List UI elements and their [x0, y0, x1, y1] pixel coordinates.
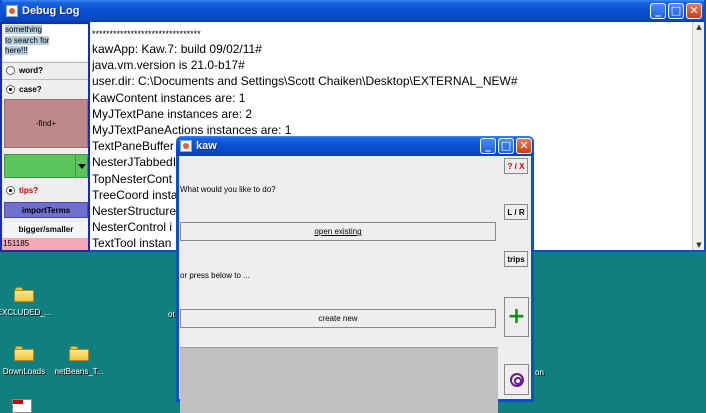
folder-icon [14, 346, 34, 361]
desktop-icon-netbeans[interactable]: netBeans_T... [47, 346, 111, 376]
maximize-button[interactable]: □ [498, 138, 514, 154]
log-line: MyJTextPane instances are: 2 [92, 106, 253, 121]
debug-log-titlebar[interactable]: Debug Log _ □ ✕ [2, 0, 704, 22]
dialog-title: kaw [196, 140, 217, 152]
tips-label: tips? [19, 186, 39, 195]
kaw-dialog-body: What would you like to do? open existing… [179, 156, 531, 413]
log-line: kawApp: Kaw.7: build 09/02/11# [92, 42, 262, 56]
chevron-down-icon[interactable] [75, 155, 87, 177]
divider [2, 79, 88, 80]
search-input[interactable]: something to search for here!!! [4, 25, 88, 61]
target-icon [509, 372, 524, 387]
vertical-scrollbar[interactable]: ▲ ▼ [692, 22, 704, 250]
or-press-label: or press below to ... [180, 271, 250, 280]
create-new-button[interactable]: create new [180, 309, 496, 328]
desktop-label-fragment: on [535, 368, 544, 377]
java-app-icon [6, 5, 18, 17]
case-label: case? [19, 85, 42, 94]
left-right-button[interactable]: L / R [504, 204, 528, 220]
close-button[interactable]: ✕ [516, 138, 532, 154]
divider [2, 62, 88, 63]
desktop-icon-label: EXCLUDED_... [0, 308, 52, 317]
open-existing-label: open existing [314, 227, 362, 236]
open-existing-button[interactable]: open existing [180, 222, 496, 241]
minimize-button[interactable]: _ [480, 138, 496, 154]
add-button[interactable]: + [504, 297, 529, 337]
target-button[interactable] [504, 364, 529, 395]
import-terms-button[interactable]: importTerms [4, 202, 88, 218]
bigger-smaller-button[interactable]: bigger/smaller [4, 222, 88, 236]
minimize-button[interactable]: _ [650, 3, 666, 19]
question-label: What would you like to do? [180, 185, 276, 194]
tips-option[interactable]: tips? [6, 186, 38, 195]
desktop-icon-label: netBeans_T... [54, 367, 104, 376]
word-radio[interactable] [6, 66, 15, 75]
trips-button[interactable]: trips [504, 251, 528, 267]
word-label: word? [19, 66, 43, 75]
close-button[interactable]: ✕ [686, 3, 702, 19]
case-option[interactable]: case? [6, 85, 42, 94]
folder-icon [69, 346, 89, 361]
search-text-line: to search for [5, 35, 50, 45]
word-option[interactable]: word? [6, 66, 43, 75]
scroll-up-icon[interactable]: ▲ [694, 22, 704, 32]
search-side-panel: something to search for here!!! word? ca… [0, 22, 90, 252]
scroll-down-icon[interactable]: ▼ [694, 240, 704, 250]
plus-icon: + [507, 304, 526, 329]
log-line: ******************************* [92, 29, 201, 39]
pdf-file-icon[interactable] [12, 399, 32, 413]
search-text-line: here!!! [5, 46, 28, 55]
help-close-button[interactable]: ? / X [504, 158, 528, 174]
count-status: 151185 [2, 238, 88, 250]
tips-radio[interactable] [6, 186, 15, 195]
maximize-button[interactable]: □ [668, 3, 684, 19]
log-line: java.vm.version is 21.0-b17# [92, 58, 245, 73]
search-text-line: something [5, 25, 42, 34]
log-line: user.dir: C:\Documents and Settings\Scot… [92, 74, 518, 89]
java-app-icon [180, 140, 192, 152]
desktop-label-fragment: ot [168, 310, 175, 319]
window-title: Debug Log [22, 5, 80, 17]
preview-area [180, 347, 498, 413]
kaw-dialog: kaw _ □ ✕ What would you like to do? ope… [176, 136, 534, 413]
find-button[interactable]: -find+ [4, 99, 88, 148]
desktop-icon-excluded[interactable]: EXCLUDED_... [0, 287, 56, 317]
folder-icon [14, 287, 34, 302]
log-line: KawContent instances are: 1 [92, 90, 246, 105]
case-radio[interactable] [6, 85, 15, 94]
color-combo-box[interactable] [4, 154, 88, 178]
kaw-titlebar[interactable]: kaw _ □ ✕ [176, 136, 534, 156]
